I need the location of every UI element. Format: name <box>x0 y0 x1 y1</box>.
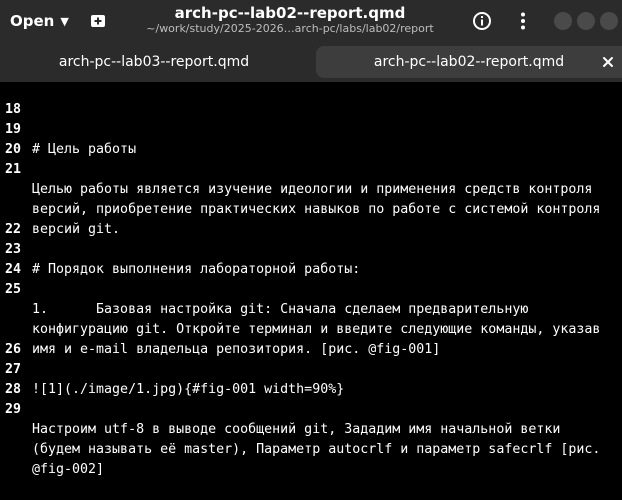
editor-line: 23 # Порядок выполнения лабораторной раб… <box>0 220 622 277</box>
document-title: arch-pc--lab02--report.qmd <box>174 4 406 22</box>
editor-line: 27 ![1](./image/1.jpg){#fig-001 width=90… <box>0 340 622 397</box>
editor-line: @fig-002] <box>0 420 622 477</box>
header-bar: Open ▼ arch-pc--lab02--report.qmd ~/work… <box>0 0 622 42</box>
editor-line: 20 <box>0 120 622 157</box>
maximize-button[interactable] <box>577 12 595 30</box>
editor-line: версий, приобретение практических навыко… <box>0 160 622 217</box>
new-document-icon[interactable] <box>88 11 108 31</box>
editor-line: 21 Целью работы является изучение идеоло… <box>0 140 622 197</box>
close-tab-icon[interactable] <box>600 54 616 70</box>
editor-line: 24 <box>0 240 622 277</box>
line-text: @fig-002] <box>32 462 105 477</box>
tab-label: arch-pc--lab03--report.qmd <box>58 54 250 70</box>
tab-lab03-report[interactable]: arch-pc--lab03--report.qmd <box>0 46 308 78</box>
editor-line: версий git. <box>0 180 622 237</box>
editor-line: имя и e-mail владельца репозитория. [рис… <box>0 300 622 357</box>
editor-line: конфигурацию git. Откройте терминал и вв… <box>0 280 622 337</box>
editor-line: 22 <box>0 200 622 237</box>
tab-bar: arch-pc--lab03--report.qmd arch-pc--lab0… <box>0 42 622 82</box>
editor-line: 25 1. Базовая настройка git: Сначала сде… <box>0 260 622 317</box>
chevron-down-icon: ▼ <box>60 14 69 28</box>
text-editor[interactable]: 18 19 # Цель работы 20 21 Целью работы я… <box>0 80 622 477</box>
tab-label: arch-pc--lab02--report.qmd <box>373 54 565 70</box>
open-button[interactable]: Open ▼ <box>6 8 73 34</box>
window-title: arch-pc--lab02--report.qmd ~/work/study/… <box>140 4 440 36</box>
editor-line: 19 # Цель работы <box>0 100 622 157</box>
editor-line: (будем называть её master), Параметр aut… <box>0 400 622 457</box>
document-path: ~/work/study/2025-2026…arch-pc/labs/lab0… <box>146 22 434 35</box>
menu-kebab-icon[interactable] <box>512 10 534 32</box>
tab-lab02-report[interactable]: arch-pc--lab02--report.qmd <box>316 46 622 78</box>
editor-line: 26 <box>0 320 622 357</box>
line-text: (будем называть её master), Параметр aut… <box>32 442 601 457</box>
close-window-button[interactable] <box>600 12 618 30</box>
editor-line: 28 <box>0 360 622 397</box>
open-label: Open <box>10 12 55 30</box>
minimize-button[interactable] <box>554 12 572 30</box>
info-icon[interactable] <box>471 10 493 32</box>
editor-line: 29 Настроим utf-8 в выводе сообщений git… <box>0 380 622 437</box>
editor-line: 18 <box>0 80 622 117</box>
